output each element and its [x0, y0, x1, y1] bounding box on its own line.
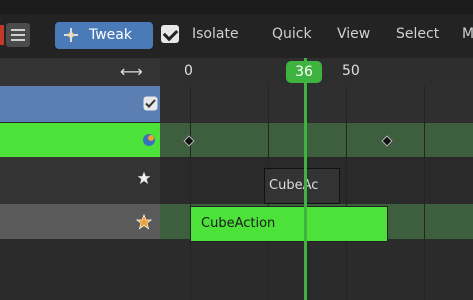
checkbox-icon[interactable] — [143, 96, 158, 111]
swap-icon[interactable]: ⟷ — [120, 62, 143, 81]
isolate-checkbox[interactable] — [161, 25, 179, 43]
menu-isolate[interactable]: Isolate — [192, 26, 239, 42]
menu-view[interactable]: View — [337, 26, 370, 42]
action-strip[interactable]: CubeAc — [264, 168, 340, 204]
check-icon — [162, 25, 179, 42]
channel-empty-area — [0, 239, 160, 300]
playhead-line[interactable] — [304, 58, 307, 300]
current-frame-badge[interactable]: 36 — [286, 61, 322, 83]
tick-label: 50 — [342, 63, 360, 79]
grid-line — [346, 86, 347, 300]
tweak-label: Tweak — [89, 27, 132, 43]
tweak-icon — [64, 28, 78, 42]
menu-quick[interactable]: Quick — [272, 26, 312, 42]
grid-line — [424, 86, 425, 300]
menu-more[interactable]: M — [462, 26, 473, 42]
channel-checkbox-row[interactable] — [0, 86, 160, 122]
grid-line — [190, 86, 191, 300]
menu-toggle-icon[interactable] — [6, 23, 30, 47]
track-band — [160, 86, 473, 122]
header-top-strip — [0, 0, 473, 14]
channel-star-active-row[interactable] — [0, 204, 160, 239]
editor-type-icon[interactable] — [0, 25, 4, 45]
tweak-button[interactable]: Tweak — [55, 22, 153, 49]
channel-star-row[interactable] — [0, 157, 160, 204]
channel-object-row[interactable] — [0, 123, 160, 157]
channel-header: ⟷ — [0, 58, 160, 86]
action-strip-active[interactable]: CubeAction — [190, 206, 388, 242]
tick-label: 0 — [184, 63, 193, 79]
object-icon — [143, 134, 155, 146]
track-band — [160, 123, 473, 157]
star-orange-icon — [136, 214, 152, 230]
channel-list — [0, 86, 160, 300]
menu-select[interactable]: Select — [396, 26, 439, 42]
star-icon — [137, 171, 151, 184]
